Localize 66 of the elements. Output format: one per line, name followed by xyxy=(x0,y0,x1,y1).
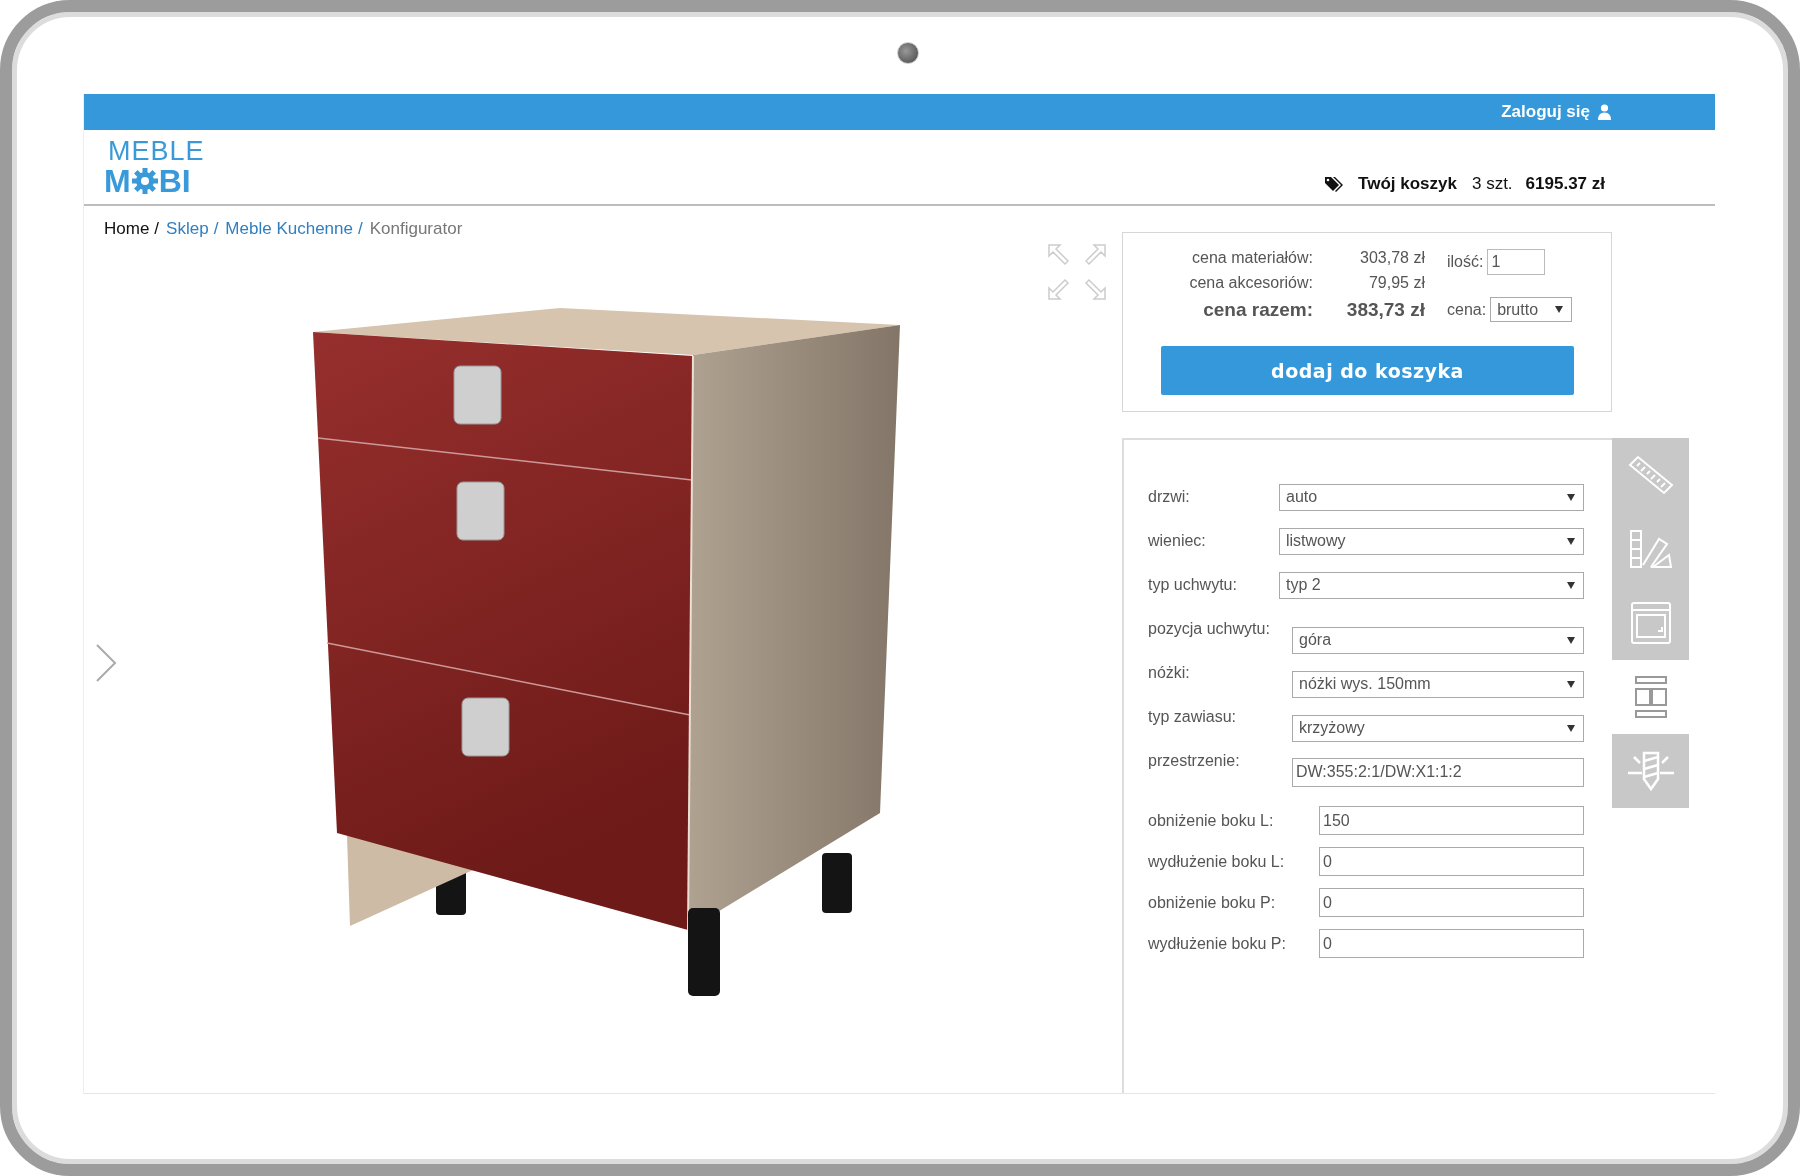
price-label: cena razem: xyxy=(1202,299,1313,321)
corner-arrow-icon[interactable] xyxy=(1048,244,1070,266)
option-label: typ uchwytu: xyxy=(1148,576,1238,594)
corner-arrow-icon[interactable] xyxy=(1084,244,1106,266)
quantity-field[interactable]: 1 xyxy=(1487,249,1546,275)
price-label: cena akcesoriów: xyxy=(1188,274,1313,292)
breadcrumb-separator: / xyxy=(154,219,160,239)
breadcrumb-link[interactable]: Sklep xyxy=(166,219,209,239)
price-type-label: cena: xyxy=(1447,300,1487,319)
breadcrumb-link[interactable]: Home xyxy=(104,219,150,239)
option-field[interactable]: 0 xyxy=(1319,847,1584,876)
tags-icon xyxy=(1325,176,1346,192)
drill-tab[interactable] xyxy=(1612,734,1689,808)
oven-icon xyxy=(1629,601,1672,645)
caret-icon xyxy=(1567,493,1575,501)
cart-count: 3 szt. xyxy=(1471,174,1513,194)
breadcrumb-link[interactable]: Meble Kuchenne xyxy=(225,219,353,239)
logo-text: BI xyxy=(158,164,191,197)
caret-icon xyxy=(1567,537,1575,545)
swatches-icon xyxy=(1628,529,1673,569)
option-select[interactable]: typ 2 xyxy=(1279,571,1584,599)
option-label: wydłużenie boku P: xyxy=(1148,934,1287,953)
caret-icon xyxy=(1567,636,1575,644)
layout-icon xyxy=(1632,675,1669,719)
option-field[interactable]: 0 xyxy=(1319,888,1584,917)
quantity-label: ilość: xyxy=(1447,253,1484,271)
option-select[interactable]: listwowy xyxy=(1279,527,1584,555)
price-value: 383,73 zł xyxy=(1345,299,1425,321)
option-field[interactable]: DW:355:2:1/DW:X1:1:2 xyxy=(1292,757,1584,787)
corner-arrow-icon[interactable] xyxy=(1048,278,1070,300)
option-field[interactable]: 0 xyxy=(1319,929,1584,958)
option-field[interactable]: 150 xyxy=(1319,806,1584,835)
option-label: typ zawiasu: xyxy=(1148,707,1238,727)
option-label: wydłużenie boku L: xyxy=(1148,852,1286,871)
caret-icon xyxy=(1567,581,1575,589)
oven-tab[interactable] xyxy=(1612,586,1689,660)
logo-text: M xyxy=(104,164,131,197)
caret-icon xyxy=(1555,306,1564,313)
caret-icon xyxy=(1567,680,1575,688)
option-label: przestrzenie: xyxy=(1148,751,1241,771)
price-type-select[interactable]: brutto xyxy=(1490,297,1573,322)
option-select[interactable]: krzyżowy xyxy=(1292,714,1584,742)
cart-link[interactable]: Twój koszyk xyxy=(1358,174,1457,194)
logo-text: MEBLE xyxy=(107,137,205,165)
price-value: 303,78 zł xyxy=(1359,249,1425,267)
option-label: drzwi: xyxy=(1148,488,1191,506)
breadcrumb-separator: / xyxy=(357,219,363,239)
drill-icon xyxy=(1625,749,1676,793)
option-label: nóżki: xyxy=(1148,663,1191,683)
option-label: pozycja uchwytu: xyxy=(1148,619,1271,639)
option-select[interactable]: góra xyxy=(1292,626,1584,654)
option-label: obniżenie boku P: xyxy=(1148,893,1277,912)
option-label: wieniec: xyxy=(1148,532,1207,550)
caret-icon xyxy=(1567,724,1575,732)
option-label: obniżenie boku L: xyxy=(1148,811,1275,830)
price-value: 79,95 zł xyxy=(1367,274,1425,292)
cart-total: 6195.37 zł xyxy=(1525,174,1605,194)
option-select[interactable]: auto xyxy=(1279,483,1584,511)
camera-dot xyxy=(897,42,919,64)
corner-arrow-icon[interactable] xyxy=(1084,278,1106,300)
current-page-label: Konfigurator xyxy=(369,219,463,239)
option-select[interactable]: nóżki wys. 150mm xyxy=(1292,670,1584,698)
breadcrumb-separator: / xyxy=(213,219,219,239)
user-icon xyxy=(1598,104,1611,120)
ruler-tab[interactable] xyxy=(1612,438,1689,512)
price-label: cena materiałów: xyxy=(1191,249,1313,267)
